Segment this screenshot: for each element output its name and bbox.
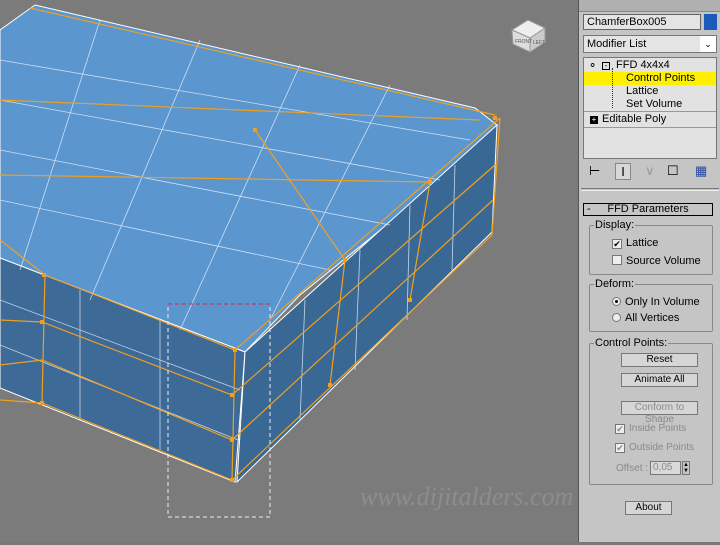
modifier-list-label: Modifier List bbox=[587, 38, 647, 50]
only-in-volume-radio[interactable]: Only In Volume bbox=[612, 296, 700, 308]
control-points-group: Control Points: Reset Animate All Confor… bbox=[589, 337, 713, 485]
chevron-down-icon: ⌄ bbox=[700, 36, 716, 52]
command-panel-tabs[interactable] bbox=[579, 0, 720, 12]
watermark: www.dijitalders.com bbox=[360, 482, 573, 511]
ffd-parameters-rollout[interactable]: - FFD Parameters bbox=[583, 203, 713, 216]
offset-field[interactable]: 0,05 bbox=[650, 461, 681, 475]
collapse-icon[interactable]: - bbox=[602, 62, 610, 70]
viewport-perspective[interactable]: FRONT LEFT www.dijitalders.com bbox=[0, 0, 578, 542]
pin-stack-icon[interactable]: ⊢ bbox=[589, 163, 600, 179]
stack-item-editable-poly[interactable]: Editable Poly bbox=[602, 113, 666, 126]
inside-points-checkbox[interactable]: ✔ Inside Points bbox=[615, 423, 686, 434]
remove-modifier-icon[interactable]: ☐ bbox=[667, 163, 679, 179]
animate-all-button[interactable]: Animate All bbox=[621, 373, 698, 387]
stack-item-ffd[interactable]: FFD 4x4x4 bbox=[616, 59, 670, 72]
configure-sets-icon[interactable]: ▦ bbox=[695, 163, 707, 179]
deform-group: Deform: Only In Volume All Vertices bbox=[589, 278, 713, 332]
reset-button[interactable]: Reset bbox=[621, 353, 698, 367]
inside-points-label: Inside Points bbox=[629, 423, 687, 434]
check-icon: ✔ bbox=[612, 239, 622, 249]
object-name-field[interactable]: ChamferBox005 bbox=[583, 14, 701, 30]
all-vertices-radio[interactable]: All Vertices bbox=[612, 312, 679, 324]
expand-icon[interactable]: + bbox=[590, 116, 598, 124]
stack-item-lattice[interactable]: Lattice bbox=[626, 85, 658, 98]
rollout-title: FFD Parameters bbox=[607, 203, 689, 215]
lattice-label: Lattice bbox=[626, 237, 659, 249]
object-color-swatch[interactable] bbox=[704, 14, 717, 30]
stack-item-control-points[interactable]: Control Points bbox=[584, 72, 716, 85]
control-points-label: Control Points: bbox=[594, 337, 669, 349]
command-panel: ChamferBox005 Modifier List ⌄ ⚬ - FFD 4x4… bbox=[578, 0, 720, 542]
display-label: Display: bbox=[594, 219, 636, 231]
outside-points-label: Outside Points bbox=[629, 442, 695, 453]
viewcube-left: LEFT bbox=[533, 40, 545, 46]
viewcube-front: FRONT bbox=[515, 39, 532, 45]
deform-label: Deform: bbox=[594, 278, 636, 290]
stack-toolbar: ⊢ I ∨ ☐ ▦ bbox=[583, 163, 717, 183]
viewcube[interactable]: FRONT LEFT bbox=[510, 19, 547, 53]
offset-label: Offset : bbox=[616, 463, 649, 474]
stack-item-set-volume[interactable]: Set Volume bbox=[626, 98, 682, 111]
chamfer-box-mesh: FRONT LEFT www.dijitalders.com bbox=[0, 4, 573, 518]
all-vertices-label: All Vertices bbox=[625, 312, 680, 324]
display-group: Display: ✔ Lattice Source Volume bbox=[589, 219, 713, 275]
offset-spinner[interactable]: ▲ ▼ bbox=[682, 461, 690, 475]
show-end-result-icon[interactable]: I bbox=[615, 163, 631, 180]
source-volume-checkbox[interactable]: Source Volume bbox=[612, 255, 701, 267]
lattice-checkbox[interactable]: ✔ Lattice bbox=[612, 237, 658, 249]
conform-to-shape-button[interactable]: Conform to Shape bbox=[621, 401, 698, 425]
modifier-list-dropdown[interactable]: Modifier List ⌄ bbox=[583, 35, 717, 53]
about-button[interactable]: About bbox=[625, 501, 672, 515]
only-in-volume-label: Only In Volume bbox=[625, 296, 700, 308]
modifier-stack[interactable]: ⚬ - FFD 4x4x4 Control Points Lattice Set… bbox=[583, 57, 717, 159]
outside-points-checkbox[interactable]: ✔ Outside Points bbox=[615, 442, 694, 453]
make-unique-icon[interactable]: ∨ bbox=[645, 163, 655, 179]
source-volume-label: Source Volume bbox=[626, 255, 701, 267]
